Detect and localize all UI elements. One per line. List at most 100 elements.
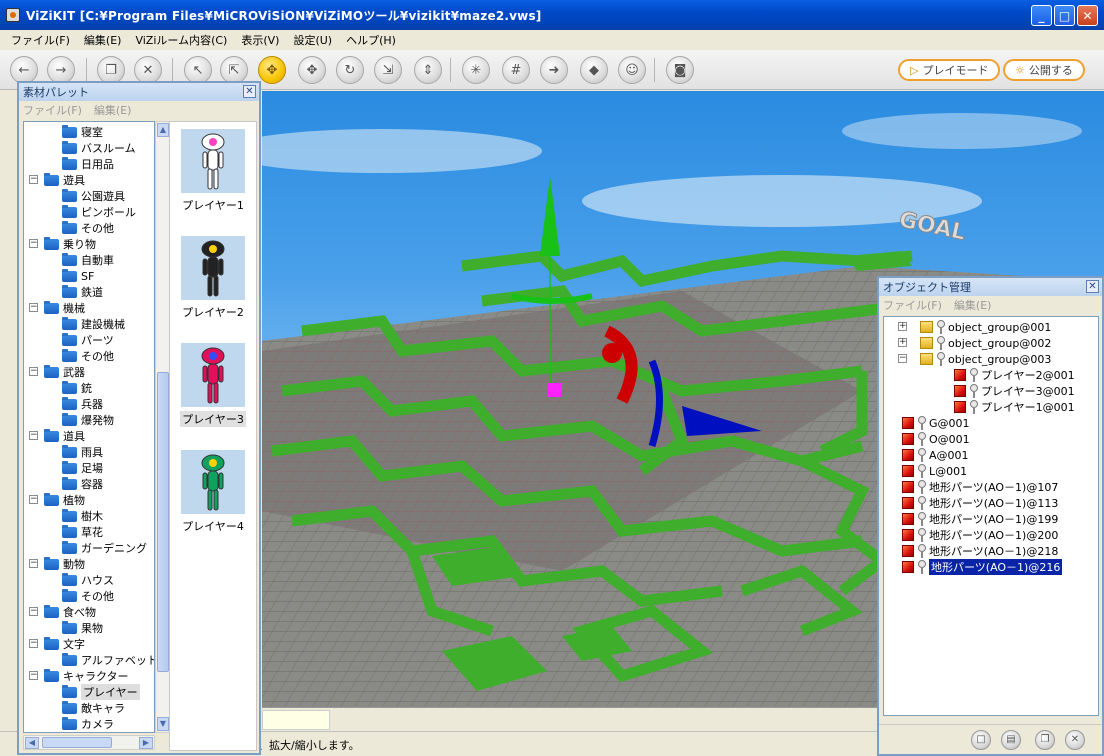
objmgr-menu-edit[interactable]: 編集(E) xyxy=(954,297,992,313)
publish-button[interactable]: ☼ 公開する xyxy=(1003,59,1085,81)
forward-button[interactable]: → xyxy=(47,56,75,84)
gizmo-arrow-y[interactable] xyxy=(540,176,560,256)
tree-item[interactable]: 足場 xyxy=(62,460,103,476)
arrow-off-button[interactable]: ➜ xyxy=(540,56,568,84)
key-icon[interactable] xyxy=(917,544,926,558)
tree-item[interactable]: 容器 xyxy=(62,476,103,492)
tree-expander-icon[interactable]: − xyxy=(29,671,38,680)
tree-item[interactable]: ガーデニング xyxy=(62,540,147,556)
tree-item[interactable]: その他 xyxy=(62,588,114,604)
tree-item[interactable]: カメラ xyxy=(62,716,114,732)
object-row[interactable]: 地形パーツ(AO－1)@199 xyxy=(902,511,1058,527)
key-icon[interactable] xyxy=(917,464,926,478)
key-icon[interactable] xyxy=(917,528,926,542)
object-row[interactable]: 地形パーツ(AO－1)@218 xyxy=(902,543,1058,559)
menu-view[interactable]: 表示(V) xyxy=(234,32,286,48)
copy-button[interactable]: ❐ xyxy=(97,56,125,84)
tree-item[interactable]: プレイヤー xyxy=(62,684,140,700)
tree-expander-icon[interactable]: − xyxy=(29,303,38,312)
rotate-button[interactable]: ↻ xyxy=(336,56,364,84)
palette-menu-edit[interactable]: 編集(E) xyxy=(94,102,132,118)
tree-item[interactable]: 寝室 xyxy=(62,124,103,140)
object-row[interactable]: 地形パーツ(AO－1)@216 xyxy=(902,559,1063,575)
object-row[interactable]: プレイヤー2@001 xyxy=(954,367,1075,383)
viewport-tab[interactable] xyxy=(262,710,330,730)
tree-item[interactable]: 武器 xyxy=(44,364,85,380)
tree-horizontal-scrollbar[interactable]: ◀ ▶ xyxy=(23,735,155,750)
object-row[interactable]: G@001 xyxy=(902,415,970,431)
menu-file[interactable]: ファイル(F) xyxy=(4,32,77,48)
tree-item[interactable]: キャラクター xyxy=(44,668,129,684)
key-icon[interactable] xyxy=(969,368,978,382)
key-icon[interactable] xyxy=(936,352,945,366)
object-list[interactable]: + object_group@001 + object_group@002 − objec… xyxy=(883,316,1099,716)
tree-item[interactable]: ハウス xyxy=(62,572,114,588)
objmgr-title-bar[interactable]: オブジェクト管理 ✕ xyxy=(879,278,1102,296)
tree-item[interactable]: 銃 xyxy=(62,380,92,396)
tree-item[interactable]: 文字 xyxy=(44,636,85,652)
select-multi-button[interactable]: ⇱ xyxy=(220,56,248,84)
snap-button[interactable]: ✥ xyxy=(258,56,286,84)
key-icon[interactable] xyxy=(917,512,926,526)
object-row[interactable]: プレイヤー1@001 xyxy=(954,399,1075,415)
screenshot-button[interactable]: ◙ xyxy=(666,56,694,84)
palette-title-bar[interactable]: 素材パレット ✕ xyxy=(19,83,259,101)
object-row[interactable]: L@001 xyxy=(902,463,967,479)
object-expander-icon[interactable]: − xyxy=(898,354,907,363)
delete-button[interactable]: ✕ xyxy=(134,56,162,84)
select-button[interactable]: ↖ xyxy=(184,56,212,84)
tree-expander-icon[interactable]: − xyxy=(29,639,38,648)
tree-item[interactable]: 雨具 xyxy=(62,444,103,460)
category-tree[interactable]: 寝室 バスルーム 日用品 − 遊具 公園遊具 ピンボール その他 − 乗り物 自動車 SF 鉄道 − 機械建… xyxy=(23,121,155,733)
key-icon[interactable] xyxy=(936,320,945,334)
menu-edit[interactable]: 編集(E) xyxy=(77,32,129,48)
object-expander-icon[interactable]: + xyxy=(898,322,907,331)
tree-item[interactable]: パーツ xyxy=(62,332,114,348)
key-icon[interactable] xyxy=(917,448,926,462)
tree-expander-icon[interactable]: − xyxy=(29,431,38,440)
gizmo-handle-x[interactable] xyxy=(602,343,622,363)
object-row[interactable]: A@001 xyxy=(902,447,969,463)
maximize-button[interactable]: □ xyxy=(1054,5,1075,26)
new-object-button[interactable]: □ xyxy=(971,730,991,750)
tree-item[interactable]: 動物 xyxy=(44,556,85,572)
object-expander-icon[interactable]: + xyxy=(898,338,907,347)
palette-menu-file[interactable]: ファイル(F) xyxy=(23,102,82,118)
minimize-button[interactable]: _ xyxy=(1031,5,1052,26)
menu-help[interactable]: ヘルプ(H) xyxy=(339,32,403,48)
gizmo-center[interactable] xyxy=(548,383,562,397)
tree-expander-icon[interactable]: − xyxy=(29,239,38,248)
tree-item[interactable]: 乗り物 xyxy=(44,236,96,252)
key-icon[interactable] xyxy=(969,384,978,398)
hscroll-thumb[interactable] xyxy=(42,737,112,748)
tree-expander-icon[interactable]: − xyxy=(29,367,38,376)
play-mode-button[interactable]: ▷ プレイモード xyxy=(898,59,1001,81)
resize-button[interactable]: ⇕ xyxy=(414,56,442,84)
tree-item[interactable]: 自動車 xyxy=(62,252,114,268)
tree-item[interactable]: 機械 xyxy=(44,300,85,316)
object-row[interactable]: 地形パーツ(AO－1)@200 xyxy=(902,527,1058,543)
tree-item[interactable]: 道具 xyxy=(44,428,85,444)
objmgr-menu-file[interactable]: ファイル(F) xyxy=(883,297,942,313)
move-button[interactable]: ✥ xyxy=(298,56,326,84)
scroll-up-icon[interactable]: ▲ xyxy=(157,123,169,137)
material-item[interactable]: プレイヤー4 xyxy=(170,445,256,550)
grid-on-button[interactable]: # xyxy=(502,56,530,84)
tree-expander-icon[interactable]: − xyxy=(29,175,38,184)
object-group-row[interactable]: object_group@002 xyxy=(920,335,1051,351)
tree-vertical-scrollbar[interactable]: ▲ ▼ xyxy=(155,121,170,733)
object-group-row[interactable]: object_group@001 xyxy=(920,319,1051,335)
tree-item[interactable]: 植物 xyxy=(44,492,85,508)
duplicate-button[interactable]: ❐ xyxy=(1035,730,1055,750)
tree-item[interactable]: 草花 xyxy=(62,524,103,540)
material-item[interactable]: プレイヤー2 xyxy=(170,231,256,336)
tree-item[interactable]: 遊具 xyxy=(44,172,85,188)
tree-item[interactable]: 爆発物 xyxy=(62,412,114,428)
object-group-row[interactable]: object_group@003 xyxy=(920,351,1051,367)
material-item[interactable]: プレイヤー3 xyxy=(170,338,256,443)
tree-item[interactable]: 鉄道 xyxy=(62,284,103,300)
properties-button[interactable]: ▤ xyxy=(1001,730,1021,750)
key-icon[interactable] xyxy=(917,480,926,494)
scale-button[interactable]: ⇲ xyxy=(374,56,402,84)
tree-item[interactable]: バスルーム xyxy=(62,140,136,156)
